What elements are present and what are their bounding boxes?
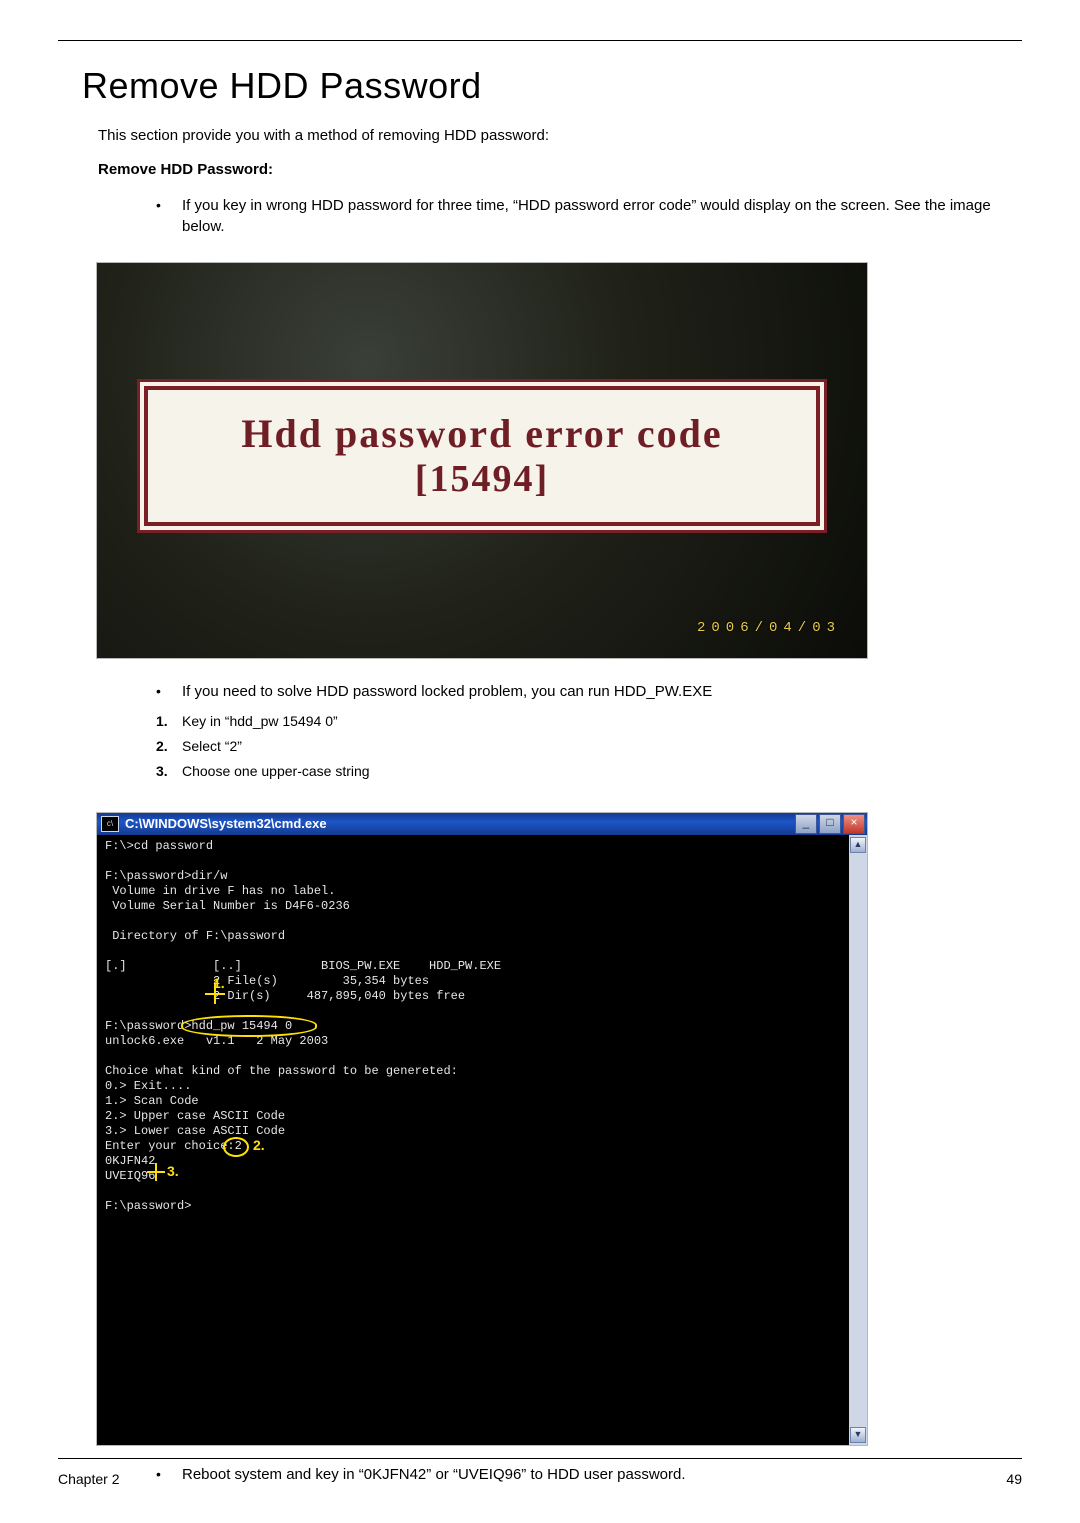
photo-datestamp: 2006/04/03: [697, 620, 841, 636]
footer-page-number: 49: [1006, 1471, 1022, 1487]
cmd-terminal-content: F:\>cd password F:\password>dir/w Volume…: [97, 835, 849, 1445]
cmd-titlebar: c\ C:\WINDOWS\system32\cmd.exe _ □ ×: [97, 813, 867, 835]
error-panel-line: Hdd password error code: [241, 411, 722, 457]
bottom-rule: [58, 1458, 1022, 1459]
error-panel-code: [15494]: [415, 457, 549, 501]
scroll-thumb[interactable]: [851, 855, 865, 1425]
cmd-close-button[interactable]: ×: [843, 814, 865, 834]
cmd-screenshot: c\ C:\WINDOWS\system32\cmd.exe _ □ × F:\…: [96, 812, 868, 1446]
intro-text: This section provide you with a method o…: [98, 125, 1022, 147]
bullet-after-image: If you need to solve HDD password locked…: [156, 681, 994, 703]
page-title: Remove HDD Password: [82, 65, 1022, 107]
top-rule: [58, 40, 1022, 41]
bullet-before-image: If you key in wrong HDD password for thr…: [156, 195, 994, 239]
cmd-scrollbar[interactable]: ▲ ▼: [849, 835, 867, 1445]
step-2: Select “2”: [156, 736, 1022, 756]
error-panel: Hdd password error code [15494]: [137, 379, 827, 533]
step-3: Choose one upper-case string: [156, 761, 1022, 781]
cmd-lines: F:\>cd password F:\password>dir/w Volume…: [105, 839, 841, 1214]
subheading: Remove HDD Password:: [98, 159, 1022, 181]
cmd-title-text: C:\WINDOWS\system32\cmd.exe: [125, 816, 795, 831]
scroll-up-arrow[interactable]: ▲: [850, 837, 866, 853]
cmd-maximize-button[interactable]: □: [819, 814, 841, 834]
hdd-error-photo: Hdd password error code [15494] 2006/04/…: [96, 262, 868, 659]
footer-chapter: Chapter 2: [58, 1471, 119, 1487]
cmd-icon: c\: [101, 816, 119, 832]
scroll-down-arrow[interactable]: ▼: [850, 1427, 866, 1443]
cmd-minimize-button[interactable]: _: [795, 814, 817, 834]
step-1: Key in “hdd_pw 15494 0”: [156, 711, 1022, 731]
